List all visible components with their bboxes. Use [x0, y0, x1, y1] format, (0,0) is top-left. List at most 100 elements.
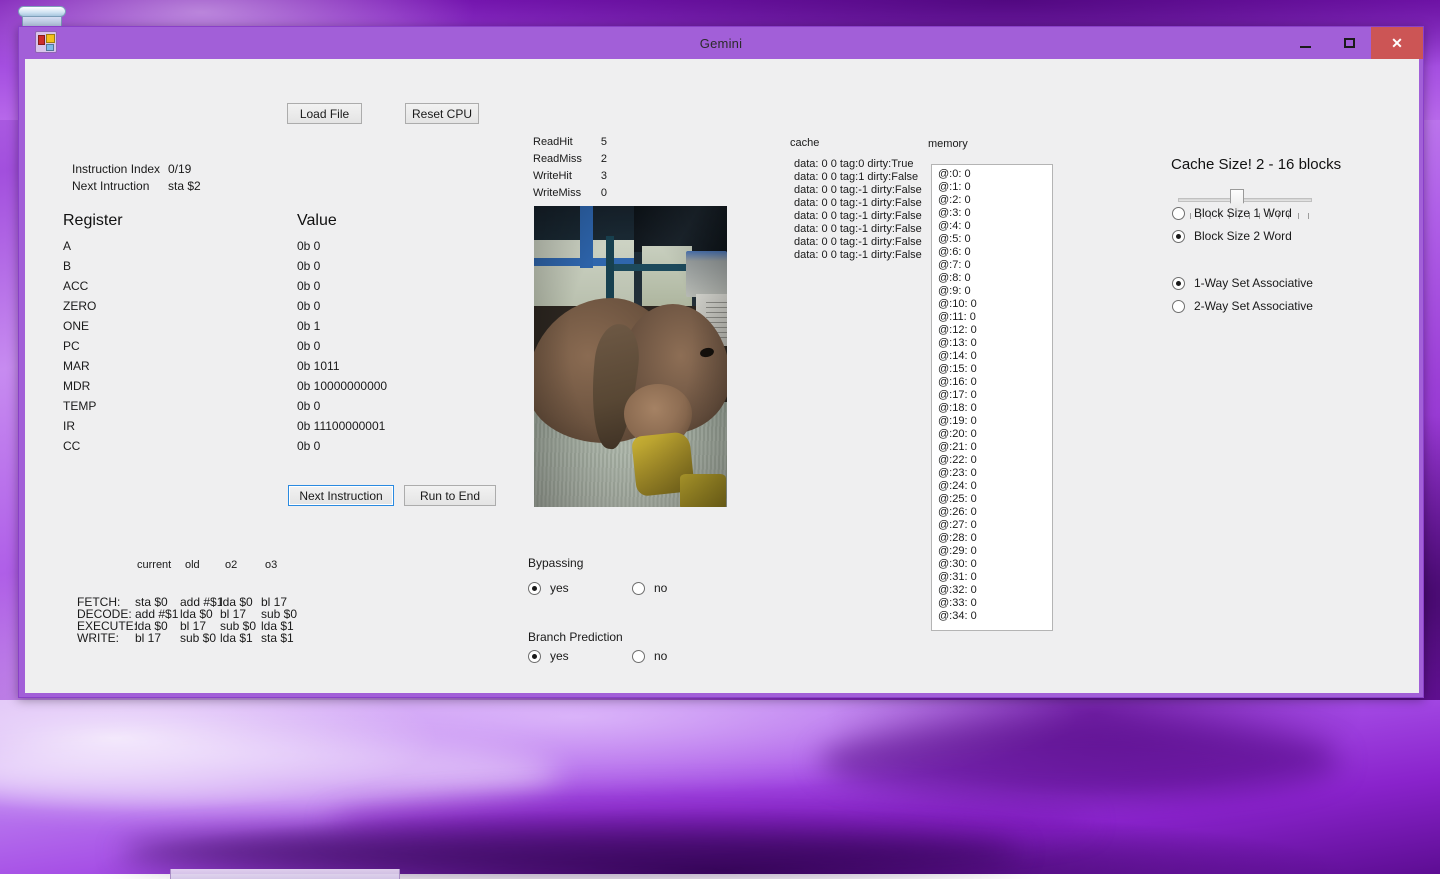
cache-line: data: 0 0 tag:-1 dirty:False — [794, 236, 922, 248]
memory-item[interactable]: @:16: 0 — [938, 376, 977, 388]
close-button[interactable]: ✕ — [1371, 27, 1423, 59]
radio-button-icon[interactable] — [1172, 207, 1185, 220]
radio-button-icon[interactable] — [528, 650, 541, 663]
pipeline-cell: sta $1 — [261, 631, 309, 645]
taskbar-strip[interactable] — [170, 869, 400, 879]
memory-item[interactable]: @:17: 0 — [938, 389, 977, 401]
block-size-option-label: Block Size 2 Word — [1194, 229, 1292, 243]
radio-button-icon[interactable] — [632, 582, 645, 595]
register-name: TEMP — [63, 399, 96, 413]
run-to-end-button[interactable]: Run to End — [404, 485, 496, 506]
bypassing-option[interactable]: no — [632, 581, 667, 595]
radio-button-icon[interactable] — [1172, 277, 1185, 290]
register-value: 0b 0 — [297, 439, 320, 453]
cache-label: cache — [790, 137, 819, 149]
slider-tick — [1308, 213, 1309, 219]
memory-item[interactable]: @:29: 0 — [938, 545, 977, 557]
register-value: 0b 0 — [297, 339, 320, 353]
associativity-option[interactable]: 2-Way Set Associative — [1172, 299, 1313, 313]
memory-item[interactable]: @:5: 0 — [938, 233, 971, 245]
memory-item[interactable]: @:12: 0 — [938, 324, 977, 336]
register-name: MDR — [63, 379, 90, 393]
associativity-option-label: 1-Way Set Associative — [1194, 276, 1313, 290]
memory-list[interactable]: @:0: 0@:1: 0@:2: 0@:3: 0@:4: 0@:5: 0@:6:… — [931, 164, 1053, 631]
pipeline-column-header: old — [185, 559, 200, 571]
register-name: ZERO — [63, 299, 96, 313]
desktop-wave-gradient — [0, 700, 1440, 874]
next-instruction-value: sta $2 — [168, 179, 201, 193]
memory-item[interactable]: @:26: 0 — [938, 506, 977, 518]
memory-item[interactable]: @:31: 0 — [938, 571, 977, 583]
memory-item[interactable]: @:18: 0 — [938, 402, 977, 414]
memory-item[interactable]: @:1: 0 — [938, 181, 971, 193]
memory-item[interactable]: @:24: 0 — [938, 480, 977, 492]
branch-prediction-option[interactable]: no — [632, 649, 667, 663]
memory-item[interactable]: @:20: 0 — [938, 428, 977, 440]
pipeline-stage-label: WRITE: — [77, 631, 119, 645]
memory-item[interactable]: @:33: 0 — [938, 597, 977, 609]
memory-item[interactable]: @:19: 0 — [938, 415, 977, 427]
register-name: IR — [63, 419, 75, 433]
radio-button-icon[interactable] — [528, 582, 541, 595]
load-file-button[interactable]: Load File — [287, 103, 362, 124]
cache-line: data: 0 0 tag:-1 dirty:False — [794, 184, 922, 196]
memory-item[interactable]: @:6: 0 — [938, 246, 971, 258]
next-instruction-button[interactable]: Next Instruction — [288, 485, 394, 506]
slider-tick — [1298, 213, 1299, 219]
memory-item[interactable]: @:34: 0 — [938, 610, 977, 622]
stat-value: 5 — [587, 136, 607, 148]
instruction-index-value: 0/19 — [168, 162, 191, 176]
cache-size-title: Cache Size! 2 - 16 blocks — [1171, 156, 1341, 173]
register-value: 0b 1 — [297, 319, 320, 333]
radio-button-icon[interactable] — [632, 650, 645, 663]
register-name: ONE — [63, 319, 89, 333]
memory-item[interactable]: @:23: 0 — [938, 467, 977, 479]
slider-track[interactable] — [1178, 198, 1312, 202]
associativity-option[interactable]: 1-Way Set Associative — [1172, 276, 1313, 290]
memory-item[interactable]: @:28: 0 — [938, 532, 977, 544]
memory-item[interactable]: @:2: 0 — [938, 194, 971, 206]
register-value: 0b 1011 — [297, 359, 340, 373]
reset-cpu-button[interactable]: Reset CPU — [405, 103, 479, 124]
memory-item[interactable]: @:21: 0 — [938, 441, 977, 453]
register-name: MAR — [63, 359, 90, 373]
block-size-option[interactable]: Block Size 1 Word — [1172, 206, 1292, 220]
memory-item[interactable]: @:8: 0 — [938, 272, 971, 284]
bypassing-option[interactable]: yes — [528, 581, 569, 595]
memory-item[interactable]: @:0: 0 — [938, 168, 971, 180]
cache-line: data: 0 0 tag:-1 dirty:False — [794, 210, 922, 222]
memory-item[interactable]: @:9: 0 — [938, 285, 971, 297]
minimize-button[interactable] — [1283, 27, 1327, 59]
title-bar[interactable]: Gemini ✕ — [19, 27, 1423, 59]
memory-item[interactable]: @:32: 0 — [938, 584, 977, 596]
bypassing-option-label: yes — [550, 581, 569, 595]
memory-item[interactable]: @:14: 0 — [938, 350, 977, 362]
cache-line: data: 0 0 tag:1 dirty:False — [794, 171, 918, 183]
branch-prediction-option[interactable]: yes — [528, 649, 569, 663]
memory-item[interactable]: @:10: 0 — [938, 298, 977, 310]
pipeline-cell: sub $0 — [180, 631, 222, 645]
memory-item[interactable]: @:13: 0 — [938, 337, 977, 349]
memory-item[interactable]: @:25: 0 — [938, 493, 977, 505]
memory-item[interactable]: @:3: 0 — [938, 207, 971, 219]
block-size-option[interactable]: Block Size 2 Word — [1172, 229, 1292, 243]
register-value: 0b 10000000000 — [297, 379, 387, 393]
register-column-header: Register — [63, 212, 123, 230]
register-name: B — [63, 259, 71, 273]
memory-item[interactable]: @:7: 0 — [938, 259, 971, 271]
radio-button-icon[interactable] — [1172, 300, 1185, 313]
memory-item[interactable]: @:30: 0 — [938, 558, 977, 570]
memory-item[interactable]: @:22: 0 — [938, 454, 977, 466]
maximize-button[interactable] — [1327, 27, 1371, 59]
memory-item[interactable]: @:11: 0 — [938, 311, 976, 323]
pipeline-column-header: o2 — [225, 559, 237, 571]
memory-item[interactable]: @:27: 0 — [938, 519, 977, 531]
radio-button-icon[interactable] — [1172, 230, 1185, 243]
bypassing-option-label: no — [654, 581, 667, 595]
window-controls: ✕ — [1283, 27, 1423, 59]
memory-item[interactable]: @:15: 0 — [938, 363, 977, 375]
memory-item[interactable]: @:4: 0 — [938, 220, 971, 232]
application-window: Gemini ✕ Load File Reset CPU Instruction… — [18, 26, 1424, 698]
pipeline-column-header: o3 — [265, 559, 277, 571]
stat-value: 3 — [587, 170, 607, 182]
